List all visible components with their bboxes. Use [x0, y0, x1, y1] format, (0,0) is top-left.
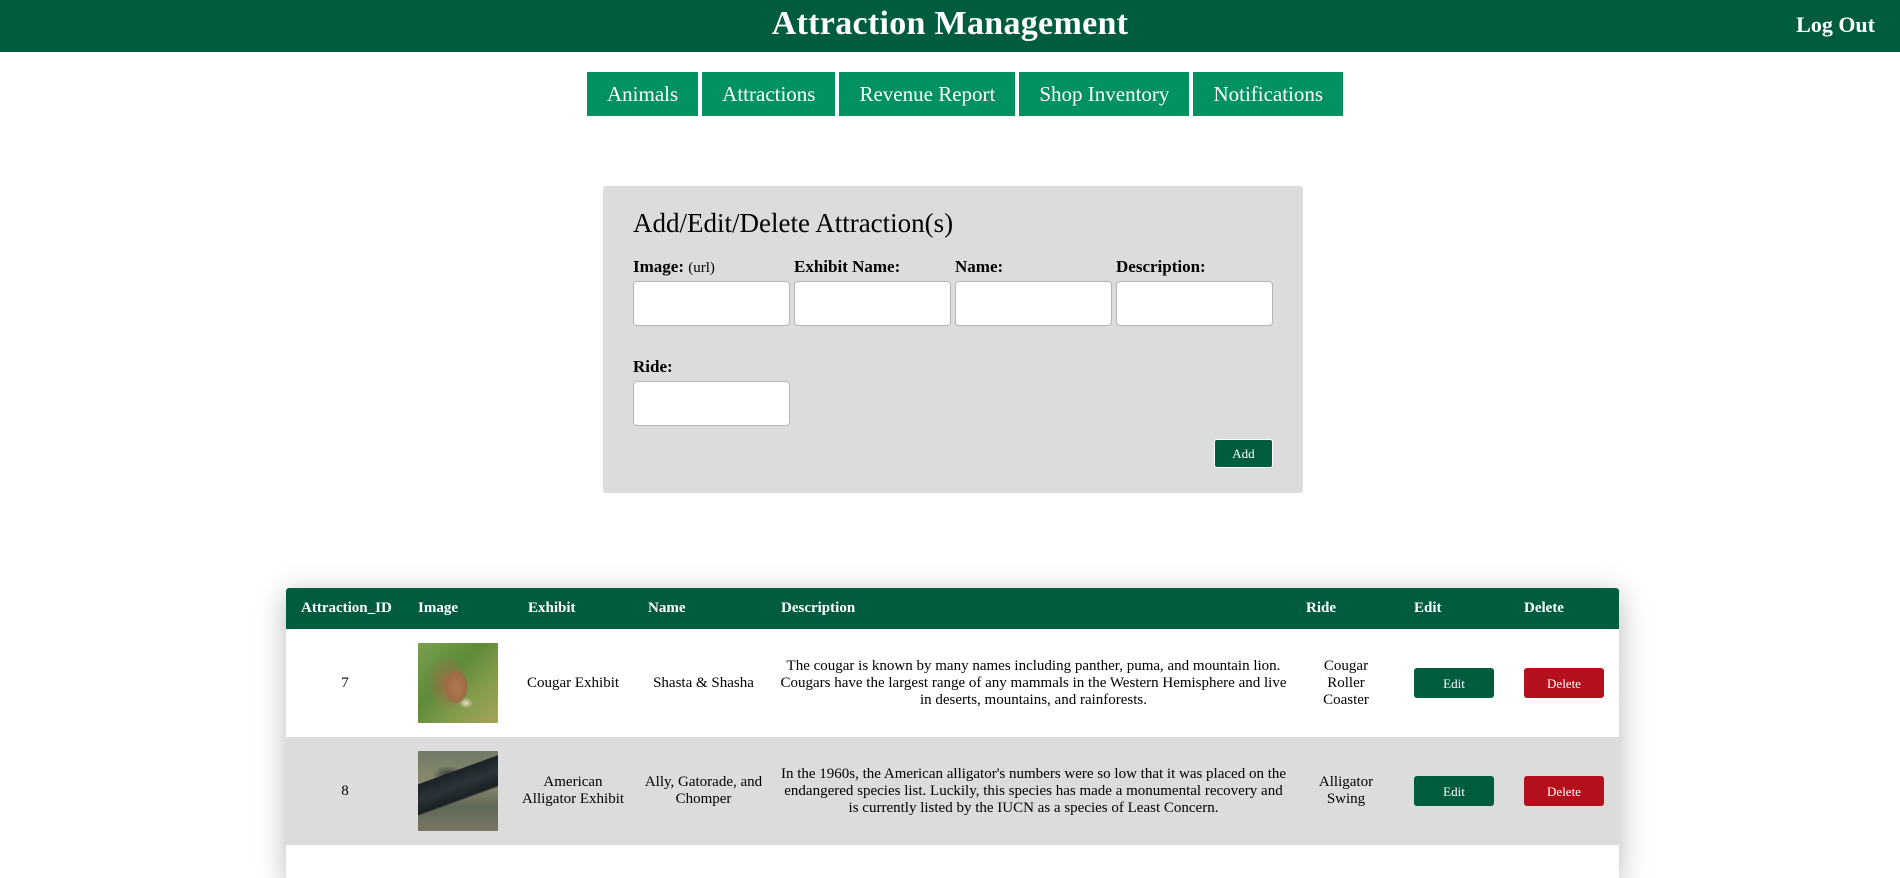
cell-ride: Alligator Swing: [1318, 774, 1374, 807]
name-input[interactable]: [955, 281, 1112, 326]
col-edit: Edit: [1414, 600, 1442, 616]
cell-exhibit: American Alligator Exhibit: [521, 774, 625, 807]
edit-button[interactable]: Edit: [1414, 776, 1494, 806]
cell-edit: Edit: [1414, 629, 1494, 737]
cell-delete: Delete: [1524, 629, 1604, 737]
cell-ride: Cougar Roller Coaster: [1323, 657, 1369, 708]
exhibit-name-input[interactable]: [794, 281, 951, 326]
cell-attraction-id: 8: [341, 782, 349, 799]
nav-revenue-report[interactable]: Revenue Report: [839, 72, 1016, 116]
description-label: Description:: [1116, 257, 1206, 276]
alligator-photo: [418, 751, 498, 831]
nav-animals[interactable]: Animals: [587, 72, 699, 116]
cell-image: [418, 737, 498, 845]
main-nav: Animals Attractions Revenue Report Shop …: [587, 72, 1344, 116]
col-attraction-id: Attraction_ID: [301, 600, 392, 616]
cell-exhibit: Cougar Exhibit: [526, 674, 620, 691]
attraction-form-panel: Add/Edit/Delete Attraction(s) Image: (ur…: [603, 186, 1303, 493]
col-ride: Ride: [1306, 600, 1336, 616]
table-row: 8 American Alligator Exhibit Ally, Gator…: [286, 737, 1619, 845]
form-title: Add/Edit/Delete Attraction(s): [633, 208, 954, 238]
delete-button[interactable]: Delete: [1524, 668, 1604, 698]
table-row: 7 Cougar Exhibit Shasta & Shasha The cou…: [286, 629, 1619, 737]
col-name: Name: [648, 600, 686, 616]
col-description: Description: [781, 600, 856, 616]
nav-shop-inventory[interactable]: Shop Inventory: [1019, 72, 1190, 116]
add-button[interactable]: Add: [1214, 439, 1273, 468]
nav-notifications[interactable]: Notifications: [1193, 72, 1344, 116]
image-label-hint: (url): [688, 260, 715, 276]
cell-delete: Delete: [1524, 737, 1604, 845]
delete-button[interactable]: Delete: [1524, 776, 1604, 806]
cougar-photo: [418, 643, 498, 723]
exhibit-name-label: Exhibit Name:: [794, 257, 901, 276]
cell-name: Ally, Gatorade, and Chomper: [644, 774, 763, 807]
table-header: Attraction_ID Image Exhibit Name Descrip…: [286, 588, 1619, 629]
cell-description: The cougar is known by many names includ…: [780, 657, 1287, 708]
cell-image: [418, 629, 498, 737]
image-label-text: Image:: [633, 257, 684, 276]
cell-edit: Edit: [1414, 737, 1494, 845]
cell-name: Shasta & Shasha: [653, 674, 754, 691]
col-image: Image: [418, 600, 458, 616]
image-url-input[interactable]: [633, 281, 790, 326]
edit-button[interactable]: Edit: [1414, 668, 1494, 698]
ride-input[interactable]: [633, 381, 790, 426]
nav-attractions[interactable]: Attractions: [702, 72, 836, 116]
name-label: Name:: [955, 257, 1004, 276]
description-input[interactable]: [1116, 281, 1273, 326]
col-delete: Delete: [1524, 600, 1564, 616]
app-title: Attraction Management: [771, 5, 1129, 42]
top-bar: Attraction Management Log Out: [0, 0, 1900, 52]
ride-label: Ride:: [633, 357, 673, 376]
col-exhibit: Exhibit: [528, 600, 576, 616]
cell-attraction-id: 7: [341, 674, 349, 691]
attractions-table: Attraction_ID Image Exhibit Name Descrip…: [286, 588, 1619, 878]
logout-link[interactable]: Log Out: [1796, 12, 1875, 38]
image-url-label: Image: (url): [633, 257, 715, 277]
cell-description: In the 1960s, the American alligator's n…: [780, 765, 1287, 816]
